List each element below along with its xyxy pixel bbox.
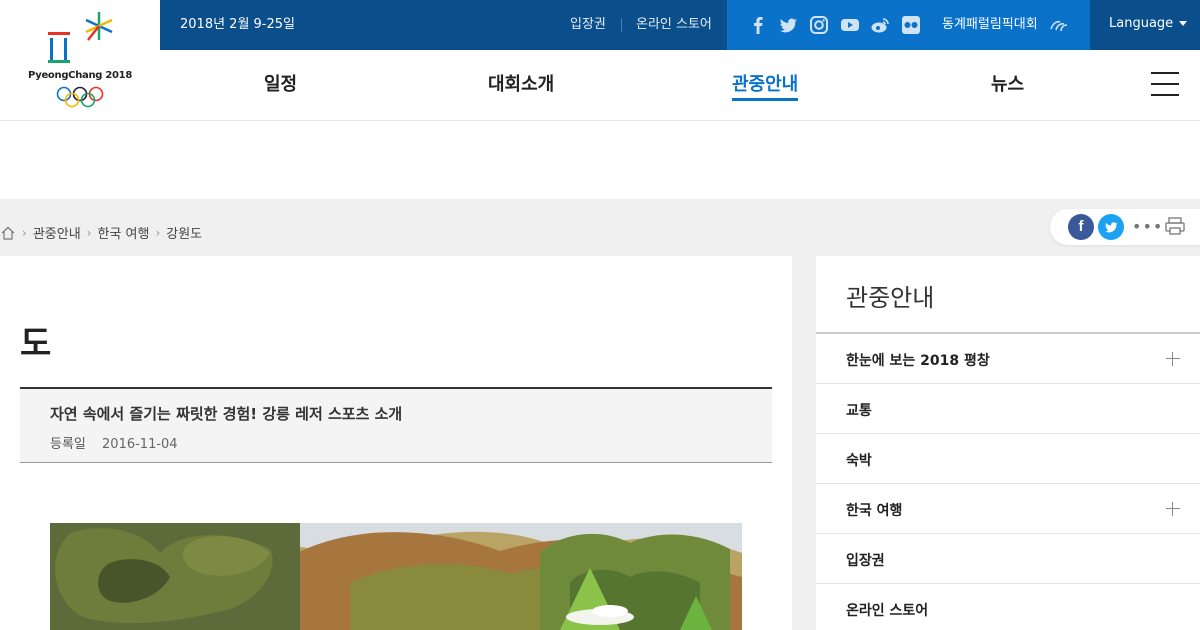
sidebar-item-transport[interactable]: 교통	[816, 384, 1200, 434]
instagram-icon[interactable]	[808, 14, 830, 36]
article-meta: 등록일 2016-11-04	[50, 433, 178, 452]
olympic-rings-icon	[56, 86, 104, 108]
breadcrumb-band: › 관중안내 › 한국 여행 › 강원도 f •••	[0, 199, 1200, 256]
sidebar-item-label: 숙박	[846, 453, 872, 469]
breadcrumb-current: 강원도	[166, 227, 203, 242]
page-title: 도	[20, 324, 52, 364]
sidebar-item-overview[interactable]: 한눈에 보는 2018 평창	[816, 334, 1200, 384]
sidebar-item-label: 한국 여행	[846, 503, 903, 519]
online-store-link[interactable]: 온라인 스토어	[636, 0, 712, 50]
chevron-right-icon: ›	[86, 225, 92, 240]
menu-icon[interactable]	[1151, 72, 1179, 96]
pyeongchang-emblem-icon	[48, 12, 113, 63]
paralympics-label: 동계패럴림픽대회	[942, 17, 1038, 32]
article-title: 자연 속에서 즐기는 짜릿한 경험! 강릉 레저 스포츠 소개	[50, 405, 403, 423]
nav-news[interactable]: 뉴스	[991, 70, 1024, 96]
breadcrumb-item[interactable]: 관중안내	[33, 223, 81, 242]
twitter-icon	[1105, 222, 1118, 233]
tickets-link[interactable]: 입장권	[570, 0, 606, 50]
main-nav: 일정 대회소개 관중안내 뉴스	[160, 50, 1200, 120]
share-bar: f •••	[1050, 209, 1200, 245]
chevron-right-icon: ›	[155, 225, 161, 240]
pyeongchang-logo[interactable]: PyeongChang 2018	[0, 0, 160, 120]
twitter-icon[interactable]	[777, 14, 799, 36]
expand-plus-icon[interactable]	[1166, 502, 1180, 516]
facebook-share-button[interactable]: f	[1068, 214, 1094, 240]
weibo-icon[interactable]	[869, 14, 891, 36]
games-dates: 2018년 2월 9-25일	[180, 17, 296, 32]
flickr-icon[interactable]	[900, 14, 922, 36]
main-content: 도 자연 속에서 즐기는 짜릿한 경험! 강릉 레저 스포츠 소개 등록일 20…	[0, 256, 792, 630]
more-icon[interactable]: •••	[1132, 217, 1163, 236]
sidebar-item-korea-travel[interactable]: 한국 여행	[816, 484, 1200, 534]
breadcrumb-item[interactable]: 한국 여행	[97, 223, 149, 242]
sidebar-item-label: 온라인 스토어	[846, 603, 929, 619]
sidebar-title: 관중안내	[846, 284, 935, 312]
facebook-share-glyph: f	[1078, 218, 1084, 235]
sidebar-item-label: 입장권	[846, 553, 885, 569]
caret-down-icon	[1179, 21, 1188, 26]
nav-spectator-guide[interactable]: 관중안내	[732, 70, 799, 101]
sidebar-item-lodging[interactable]: 숙박	[816, 434, 1200, 484]
sidebar-item-tickets[interactable]: 입장권	[816, 534, 1200, 584]
page: PyeongChang 2018 2018년 2월 9-25일 입장권 온라인 …	[0, 0, 1200, 630]
language-label: Language	[1109, 16, 1174, 31]
language-selector[interactable]: Language	[1090, 0, 1200, 50]
date-label: 등록일	[50, 437, 86, 452]
facebook-icon[interactable]	[747, 14, 769, 36]
top-bar: 2018년 2월 9-25일 입장권 온라인 스토어 동계패럴림픽대회 Lang…	[160, 0, 1200, 50]
article-date: 2016-11-04	[102, 437, 178, 452]
nav-about[interactable]: 대회소개	[488, 70, 554, 96]
nav-schedule[interactable]: 일정	[264, 70, 297, 96]
paralympics-link[interactable]: 동계패럴림픽대회	[942, 0, 1070, 50]
sidebar-item-online-store[interactable]: 온라인 스토어	[816, 584, 1200, 630]
column-gutter	[792, 256, 816, 630]
expand-plus-icon[interactable]	[1166, 352, 1180, 366]
header-divider	[0, 120, 1200, 121]
article-header: 자연 속에서 즐기는 짜릿한 경험! 강릉 레저 스포츠 소개 등록일 2016…	[20, 387, 772, 463]
agitos-icon	[1050, 20, 1067, 31]
breadcrumb: › 관중안내 › 한국 여행 › 강원도	[0, 223, 202, 242]
youtube-icon[interactable]	[839, 14, 861, 36]
chevron-right-icon: ›	[22, 225, 27, 240]
forest-photo	[50, 523, 742, 630]
social-bar: 동계패럴림픽대회	[727, 0, 1090, 50]
article-image	[50, 523, 742, 630]
sidebar: 관중안내 한눈에 보는 2018 평창 교통 숙박 한국 여행 입장권 온라인 …	[816, 256, 1200, 630]
print-icon[interactable]	[1164, 216, 1186, 236]
sidebar-item-label: 교통	[846, 403, 872, 419]
home-icon[interactable]	[0, 225, 16, 241]
logo-text: PyeongChang 2018	[28, 70, 132, 81]
link-separator	[621, 18, 622, 32]
sidebar-item-label: 한눈에 보는 2018 평창	[846, 353, 990, 369]
twitter-share-button[interactable]	[1098, 214, 1124, 240]
